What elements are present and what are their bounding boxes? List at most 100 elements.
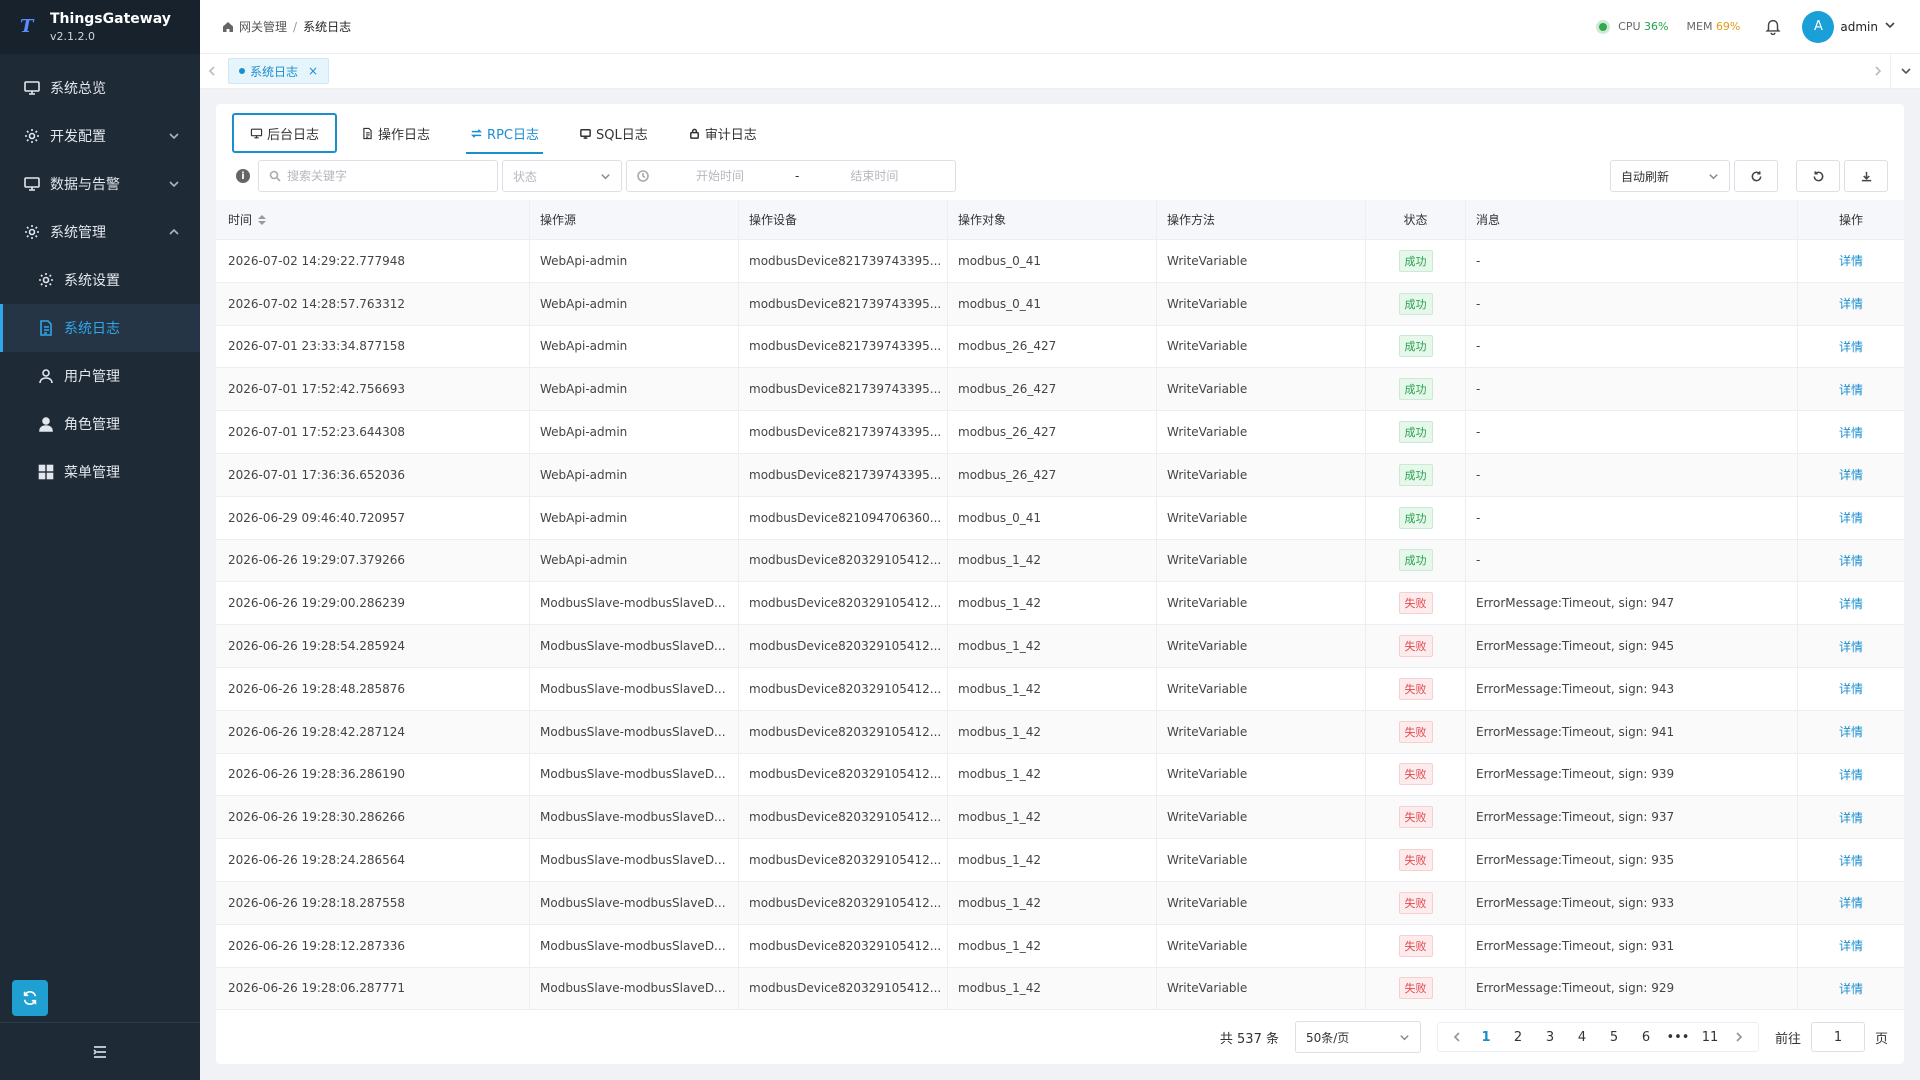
sidebar-item[interactable]: 菜单管理 xyxy=(0,448,200,496)
detail-link[interactable]: 详情 xyxy=(1839,466,1863,483)
cell-time: 2026-06-29 09:46:40.720957 xyxy=(216,496,530,539)
sidebar-collapse-button[interactable] xyxy=(0,1022,200,1080)
sidebar-item[interactable]: 数据与告警 xyxy=(0,160,200,208)
refresh-button[interactable] xyxy=(1734,160,1778,192)
avatar[interactable]: A xyxy=(1802,10,1835,43)
log-tab-label: SQL日志 xyxy=(595,127,648,143)
close-icon[interactable]: × xyxy=(308,64,318,78)
page-number[interactable]: ••• xyxy=(1662,1030,1694,1045)
sidebar-item[interactable]: 角色管理 xyxy=(0,400,200,448)
detail-link[interactable]: 详情 xyxy=(1839,252,1863,269)
log-tab[interactable]: SQL日志 xyxy=(563,113,664,153)
reset-button[interactable] xyxy=(1796,160,1840,192)
sidebar-item[interactable]: 系统总览 xyxy=(0,64,200,112)
auto-refresh-select[interactable]: 自动刷新 xyxy=(1610,160,1730,192)
tabs-scroll-left-button[interactable] xyxy=(200,54,224,89)
page-number[interactable]: 4 xyxy=(1566,1030,1598,1045)
status-badge: 失败 xyxy=(1398,891,1433,914)
cell-source: WebApi-admin xyxy=(530,411,739,453)
prev-page-icon[interactable] xyxy=(1444,1032,1470,1042)
sidebar-item[interactable]: 系统管理 xyxy=(0,208,200,256)
detail-link[interactable]: 详情 xyxy=(1839,766,1863,783)
app-version: v2.1.2.0 xyxy=(50,30,95,43)
detail-link[interactable]: 详情 xyxy=(1839,680,1863,697)
sidebar-item[interactable]: 系统设置 xyxy=(0,256,200,304)
gear-icon xyxy=(22,222,42,242)
cell-object: modbus_26_427 xyxy=(948,368,1157,411)
cell-method: WriteVariable xyxy=(1157,796,1366,839)
page-number[interactable]: 5 xyxy=(1598,1030,1630,1045)
detail-link[interactable]: 详情 xyxy=(1839,552,1863,569)
status-select[interactable]: 状态 xyxy=(502,160,622,192)
refresh-layout-button[interactable] xyxy=(12,980,48,1016)
cell-device: modbusDevice821739743395... xyxy=(739,325,948,368)
page-number[interactable]: 6 xyxy=(1630,1030,1662,1045)
detail-link[interactable]: 详情 xyxy=(1839,937,1863,954)
cell-message: - xyxy=(1466,539,1798,582)
sidebar-item[interactable]: 开发配置 xyxy=(0,112,200,160)
start-time-input[interactable] xyxy=(655,169,785,183)
detail-link[interactable]: 详情 xyxy=(1839,894,1863,911)
notification-bell-icon[interactable] xyxy=(1764,17,1784,37)
detail-link[interactable]: 详情 xyxy=(1839,638,1863,655)
detail-link[interactable]: 详情 xyxy=(1839,338,1863,355)
tabs-scroll-right-button[interactable] xyxy=(1866,54,1890,89)
next-page-icon[interactable] xyxy=(1726,1032,1752,1042)
date-range-picker[interactable]: - xyxy=(626,160,956,192)
monitor-icon xyxy=(22,78,42,98)
tab-system-log[interactable]: 系统日志 × xyxy=(228,58,330,84)
cell-message: ErrorMessage:Timeout, sign: 945 xyxy=(1466,625,1798,667)
page-number[interactable]: 11 xyxy=(1694,1030,1726,1045)
page-number[interactable]: 3 xyxy=(1534,1030,1566,1045)
cell-device: modbusDevice820329105412... xyxy=(739,796,948,839)
detail-link[interactable]: 详情 xyxy=(1839,852,1863,869)
cell-device: modbusDevice820329105412... xyxy=(739,924,948,967)
cell-action: 详情 xyxy=(1798,882,1904,924)
cell-message: ErrorMessage:Timeout, sign: 933 xyxy=(1466,881,1798,924)
tabs-menu-button[interactable] xyxy=(1890,53,1920,89)
cell-method: WriteVariable xyxy=(1157,924,1366,967)
page-number[interactable]: 2 xyxy=(1502,1030,1534,1045)
detail-link[interactable]: 详情 xyxy=(1839,295,1863,312)
detail-link[interactable]: 详情 xyxy=(1839,424,1863,441)
table-row: 2026-06-26 19:28:18.287558 ModbusSlave-mo… xyxy=(216,881,1904,925)
cell-source: ModbusSlave-modbusSlaveD... xyxy=(530,625,739,667)
export-button[interactable] xyxy=(1844,160,1888,192)
connection-status-icon xyxy=(1596,19,1611,34)
log-tab[interactable]: RPC日志 xyxy=(454,113,555,154)
detail-link[interactable]: 详情 xyxy=(1839,980,1863,997)
end-time-input[interactable] xyxy=(809,169,940,183)
page-number[interactable]: 1 xyxy=(1470,1030,1502,1045)
sort-icon[interactable] xyxy=(258,214,267,225)
search-input[interactable] xyxy=(287,169,487,183)
page-size-select[interactable]: 50条/页 xyxy=(1294,1021,1421,1053)
user-name[interactable]: admin xyxy=(1840,20,1878,34)
log-tab[interactable]: 操作日志 xyxy=(345,113,446,153)
cell-time: 2026-06-26 19:28:48.285876 xyxy=(216,667,530,710)
log-tab[interactable]: 审计日志 xyxy=(672,113,773,153)
detail-link[interactable]: 详情 xyxy=(1839,509,1863,526)
breadcrumb-item[interactable]: 网关管理 xyxy=(239,18,287,35)
detail-link[interactable]: 详情 xyxy=(1839,595,1863,612)
cell-device: modbusDevice821739743395... xyxy=(739,368,948,411)
log-tab[interactable]: 后台日志 xyxy=(232,113,338,153)
cell-object: modbus_0_41 xyxy=(948,282,1157,325)
info-icon[interactable]: i xyxy=(236,169,250,183)
col-time[interactable]: 时间 xyxy=(216,200,530,239)
cell-source: ModbusSlave-modbusSlaveD... xyxy=(530,839,739,881)
detail-link[interactable]: 详情 xyxy=(1839,723,1863,740)
brand[interactable]: T ThingsGateway v2.1.2.0 xyxy=(0,0,200,54)
search-box[interactable] xyxy=(258,160,498,192)
chevron-down-icon[interactable] xyxy=(1884,19,1896,35)
table-row: 2026-07-01 23:33:34.877158 WebApi-admin mo… xyxy=(216,325,1904,369)
cell-message: ErrorMessage:Timeout, sign: 947 xyxy=(1466,582,1798,625)
sidebar-item[interactable]: 系统日志 xyxy=(0,304,200,352)
sidebar-item[interactable]: 用户管理 xyxy=(0,352,200,400)
table-row: 2026-07-01 17:52:23.644308 WebApi-admin mo… xyxy=(216,411,1904,454)
cell-object: modbus_1_42 xyxy=(948,539,1157,582)
detail-link[interactable]: 详情 xyxy=(1839,809,1863,826)
cell-object: modbus_1_42 xyxy=(948,967,1157,1010)
detail-link[interactable]: 详情 xyxy=(1839,381,1863,398)
cell-method: WriteVariable xyxy=(1157,411,1366,453)
goto-page-input[interactable] xyxy=(1810,1022,1865,1052)
